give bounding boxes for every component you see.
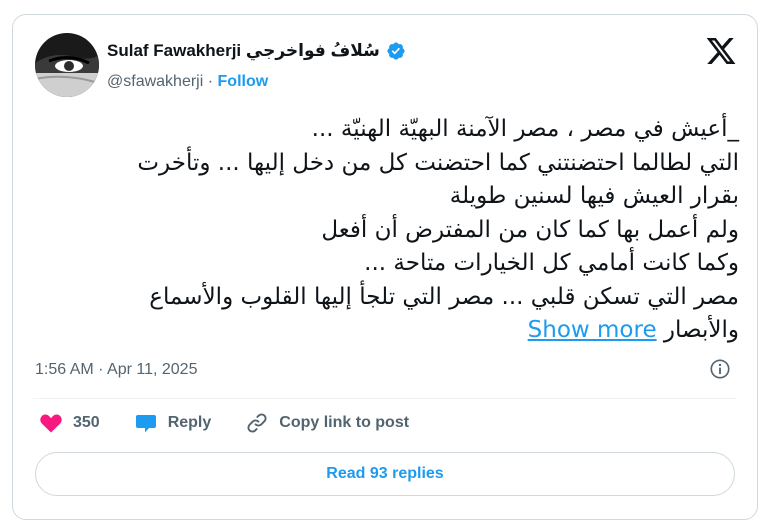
tweet-actions: 350 Reply Copy link to post (39, 411, 443, 435)
tweet-text-line: والأبصار (663, 317, 739, 343)
tweet-text-line: _أعيش في مصر ، مصر الآمنة البهيّة الهنيّ… (311, 116, 739, 142)
like-count: 350 (73, 414, 100, 431)
verified-badge-icon (387, 42, 405, 60)
author-handle-row: @sfawakherji · Follow (107, 73, 268, 91)
tweet-text-line: بقرار العيش فيها لسنين طويلة (449, 183, 739, 209)
info-icon[interactable] (709, 358, 731, 380)
read-replies-button[interactable]: Read 93 replies (35, 452, 735, 496)
reply-label: Reply (167, 414, 212, 431)
tweet-text-line: وكما كانت أمامي كل الخيارات متاحة ... (364, 250, 739, 276)
copy-link-label: Copy link to post (279, 414, 410, 431)
avatar[interactable] (35, 33, 99, 97)
tweet-text-last-line: والأبصار Show more (33, 314, 739, 348)
avatar-image (35, 33, 99, 97)
author-name-row[interactable]: Sulaf Fawakherji سُلافُ فواخرجي (107, 41, 406, 61)
tweet-card: Sulaf Fawakherji سُلافُ فواخرجي @sfawakh… (12, 14, 758, 520)
divider (33, 398, 737, 399)
author-handle[interactable]: @sfawakherji (107, 73, 203, 90)
like-button[interactable]: 350 (39, 411, 100, 435)
follow-button[interactable]: Follow (218, 73, 269, 90)
link-icon (247, 413, 267, 433)
show-more-link[interactable]: Show more (528, 317, 657, 343)
tweet-text: _أعيش في مصر ، مصر الآمنة البهيّة الهنيّ… (33, 113, 739, 348)
tweet-text-line: ولم أعمل بها كما كان من المفترض أن أفعل (321, 216, 739, 243)
reply-bubble-icon (135, 415, 156, 433)
author-display-name[interactable]: Sulaf Fawakherji سُلافُ فواخرجي (107, 41, 380, 61)
x-logo-icon[interactable] (705, 35, 737, 67)
tweet-text-line: التي لطالما احتضنتني كما احتضنت كل من دخ… (137, 149, 739, 176)
heart-icon (40, 414, 62, 433)
separator-dot: · (207, 73, 214, 90)
tweet-timestamp[interactable]: 1:56 AM · Apr 11, 2025 (35, 361, 197, 379)
tweet-text-line: مصر التي تسكن قلبي ... مصر التي تلجأ إلي… (149, 283, 739, 310)
reply-button[interactable]: Reply (134, 411, 212, 435)
copy-link-button[interactable]: Copy link to post (245, 411, 409, 435)
